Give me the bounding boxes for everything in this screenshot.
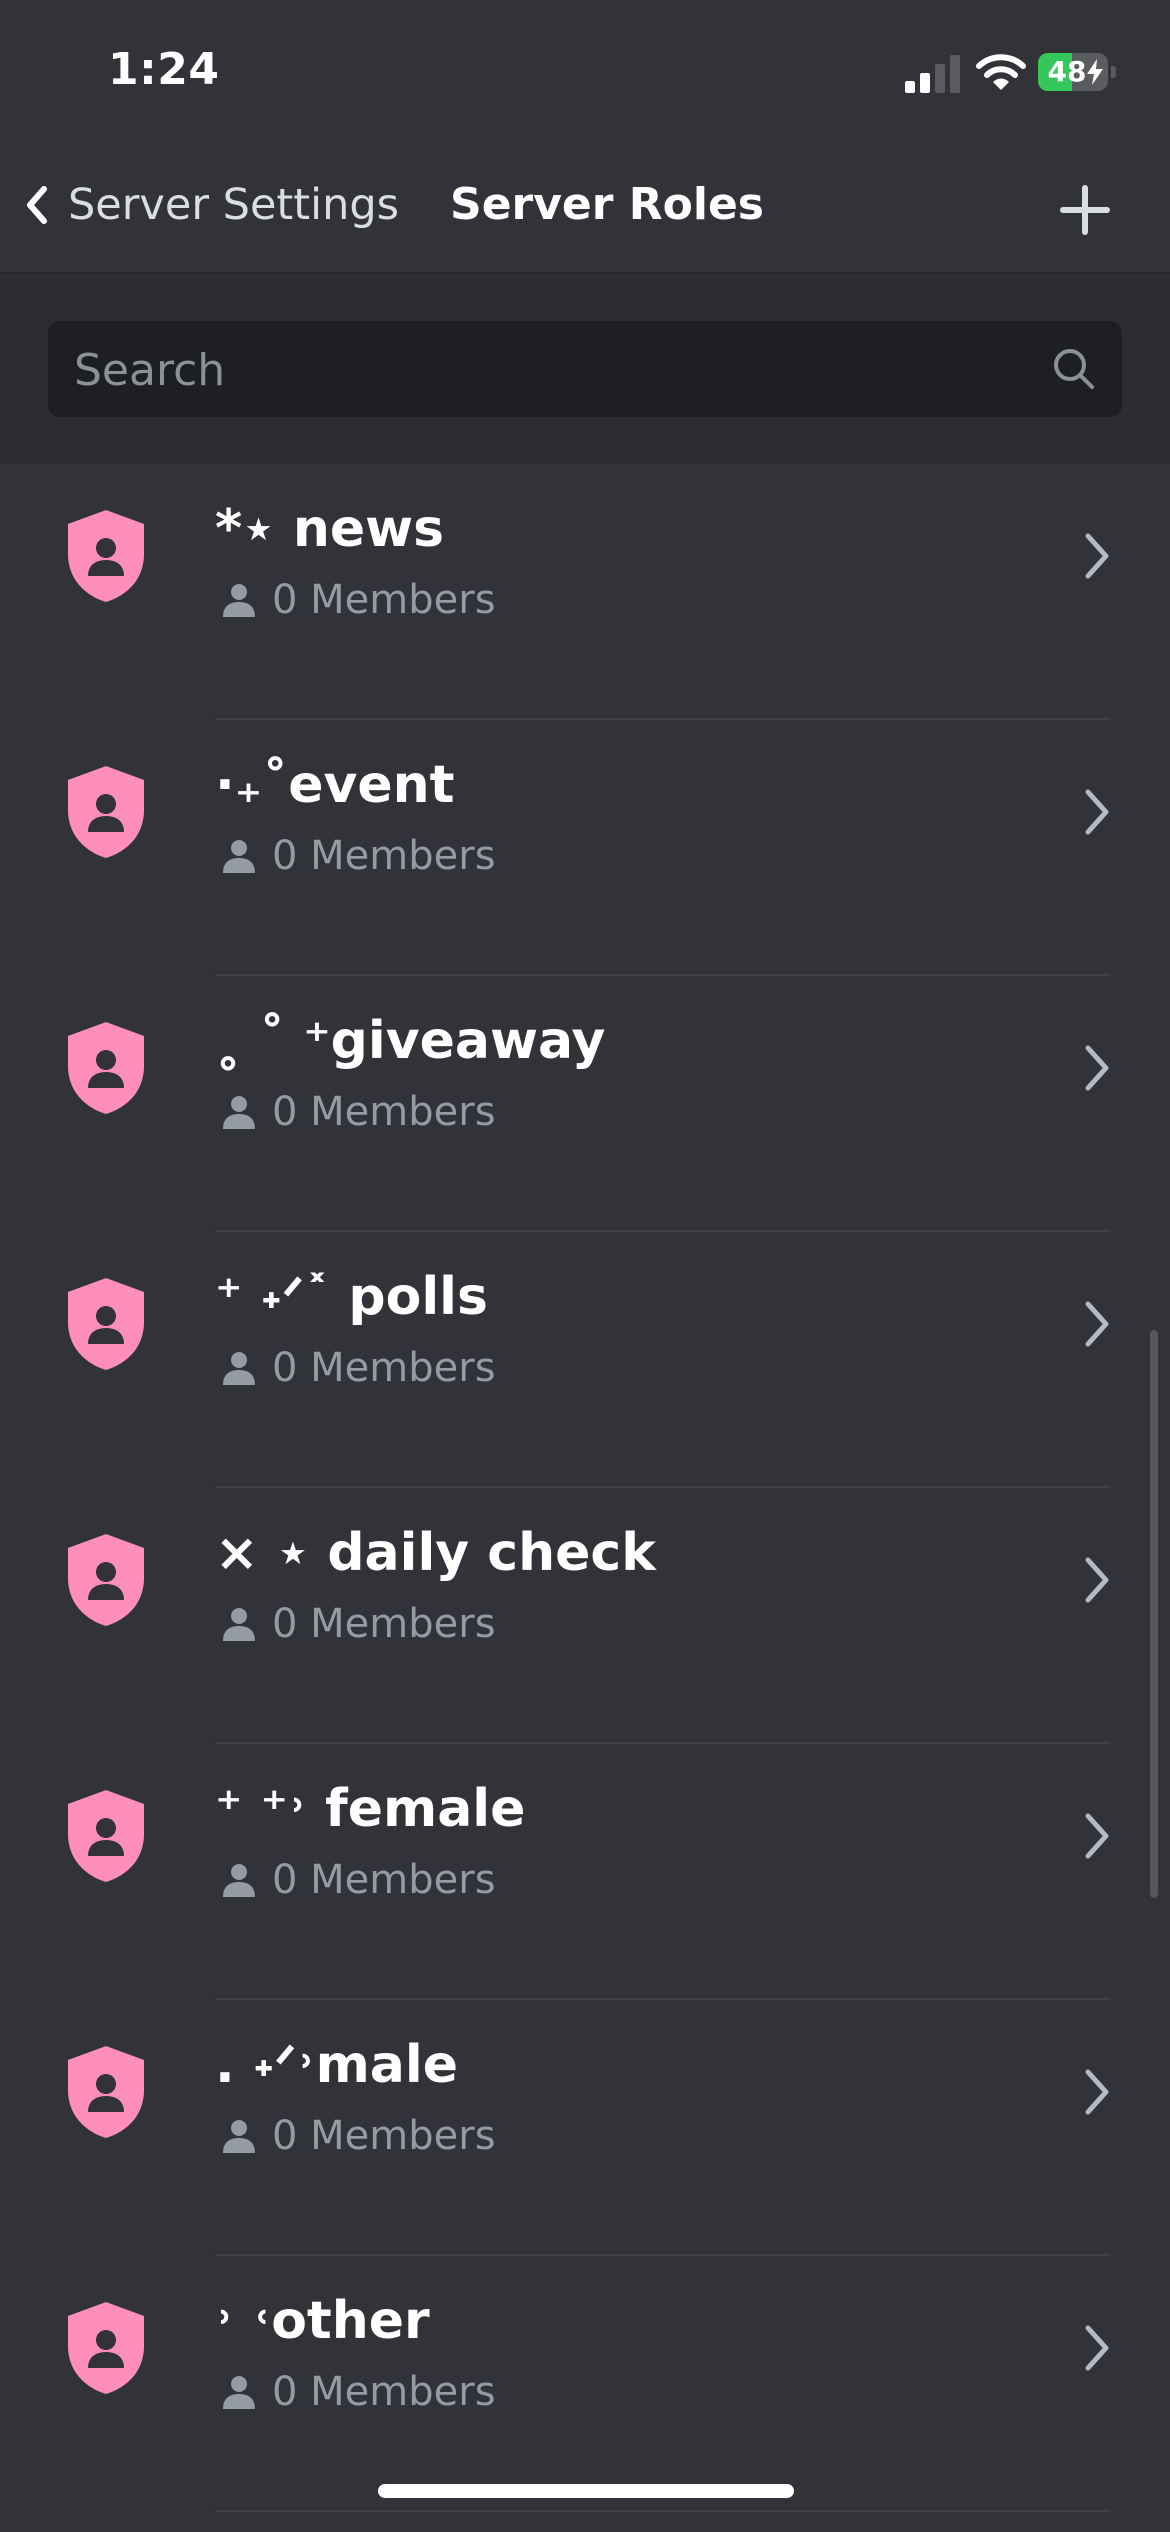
role-name: ˳ ˚ ⁺giveaway — [215, 1011, 606, 1071]
search-box[interactable] — [48, 321, 1122, 419]
role-name: × ⋆ daily check — [215, 1523, 656, 1583]
wifi-icon — [976, 54, 1026, 90]
scrollbar[interactable] — [1150, 1330, 1158, 1898]
role-member-count: 0 Members — [220, 1850, 496, 1910]
charging-bolt-icon — [1087, 59, 1103, 85]
role-member-count: 0 Members — [220, 1594, 496, 1654]
person-icon — [223, 2120, 255, 2153]
chevron-left-icon — [27, 186, 47, 224]
back-button-label: Server Settings — [68, 180, 400, 230]
person-icon — [223, 2376, 255, 2409]
role-row[interactable]: × ⋆ daily check 0 Members — [0, 1488, 1170, 1744]
role-row[interactable]: *⋆ news 0 Members — [0, 464, 1170, 720]
member-count-label: 0 Members — [272, 1089, 496, 1135]
role-name: ⁺ ˖ᐟ˟ polls — [215, 1267, 488, 1327]
row-divider — [215, 2510, 1110, 2512]
role-member-count: 0 Members — [220, 570, 496, 630]
shield-user-icon — [68, 1022, 144, 1114]
role-row[interactable]: ·₊˚event 0 Members — [0, 720, 1170, 976]
chevron-right-icon — [1085, 1557, 1109, 1603]
member-count-label: 0 Members — [272, 833, 496, 879]
shield-user-icon — [68, 1534, 144, 1626]
role-list: *⋆ news 0 Members ·₊˚event 0 Members ˳ ˚… — [0, 464, 1170, 2512]
shield-user-icon — [68, 510, 144, 602]
person-icon — [223, 1352, 255, 1385]
chevron-right-icon — [1085, 789, 1109, 835]
role-member-count: 0 Members — [220, 2106, 496, 2166]
role-member-count: 0 Members — [220, 826, 496, 886]
chevron-right-icon — [1085, 1301, 1109, 1347]
member-count-label: 0 Members — [272, 1345, 496, 1391]
role-name: ·₊˚event — [215, 755, 455, 815]
chevron-right-icon — [1085, 1813, 1109, 1859]
shield-user-icon — [68, 2302, 144, 2394]
shield-user-icon — [68, 1790, 144, 1882]
search-icon — [1054, 349, 1094, 389]
member-count-label: 0 Members — [272, 2113, 496, 2159]
role-row[interactable]: ⁺ ˖ᐟ˟ polls 0 Members — [0, 1232, 1170, 1488]
add-role-button[interactable] — [1055, 180, 1115, 240]
role-name: ˒ ˓other — [215, 2291, 430, 2351]
person-icon — [223, 840, 255, 873]
shield-user-icon — [68, 1278, 144, 1370]
role-row[interactable]: ˳ ˚ ⁺giveaway 0 Members — [0, 976, 1170, 1232]
role-row[interactable]: ˒ ˓other 0 Members — [0, 2256, 1170, 2512]
chevron-right-icon — [1085, 1045, 1109, 1091]
role-row[interactable]: ⁺ ⁺˒ female 0 Members — [0, 1744, 1170, 2000]
member-count-label: 0 Members — [272, 577, 496, 623]
role-name: . ˖ᐟ˒male — [215, 2035, 458, 2095]
home-indicator[interactable] — [378, 2484, 794, 2498]
role-member-count: 0 Members — [220, 2362, 496, 2422]
role-row[interactable]: . ˖ᐟ˒male 0 Members — [0, 2000, 1170, 2256]
role-member-count: 0 Members — [220, 1082, 496, 1142]
shield-user-icon — [68, 766, 144, 858]
plus-icon — [1060, 185, 1110, 235]
chevron-right-icon — [1085, 533, 1109, 579]
person-icon — [223, 1608, 255, 1641]
shield-user-icon — [68, 2046, 144, 2138]
search-section — [0, 274, 1170, 464]
chevron-right-icon — [1085, 2069, 1109, 2115]
search-input[interactable] — [72, 321, 1016, 419]
page-title: Server Roles — [450, 179, 764, 230]
server-roles-screen: 1:24 48 Server Settings Server Roles Sea… — [0, 0, 1170, 2532]
chevron-right-icon — [1085, 2325, 1109, 2371]
role-name: ⁺ ⁺˒ female — [215, 1779, 526, 1839]
back-button[interactable]: Server Settings — [20, 170, 399, 240]
status-bar: 1:24 48 — [0, 0, 1170, 140]
role-member-count: 0 Members — [220, 1338, 496, 1398]
battery-indicator: 48 — [1038, 53, 1118, 93]
navigation-bar: Server Settings Server Roles — [0, 140, 1170, 274]
role-name: *⋆ news — [215, 499, 445, 559]
member-count-label: 0 Members — [272, 2369, 496, 2415]
person-icon — [223, 1864, 255, 1897]
person-icon — [223, 584, 255, 617]
member-count-label: 0 Members — [272, 1857, 496, 1903]
status-time: 1:24 — [108, 44, 220, 95]
cellular-signal-icon — [905, 55, 960, 93]
person-icon — [223, 1096, 255, 1129]
member-count-label: 0 Members — [272, 1601, 496, 1647]
